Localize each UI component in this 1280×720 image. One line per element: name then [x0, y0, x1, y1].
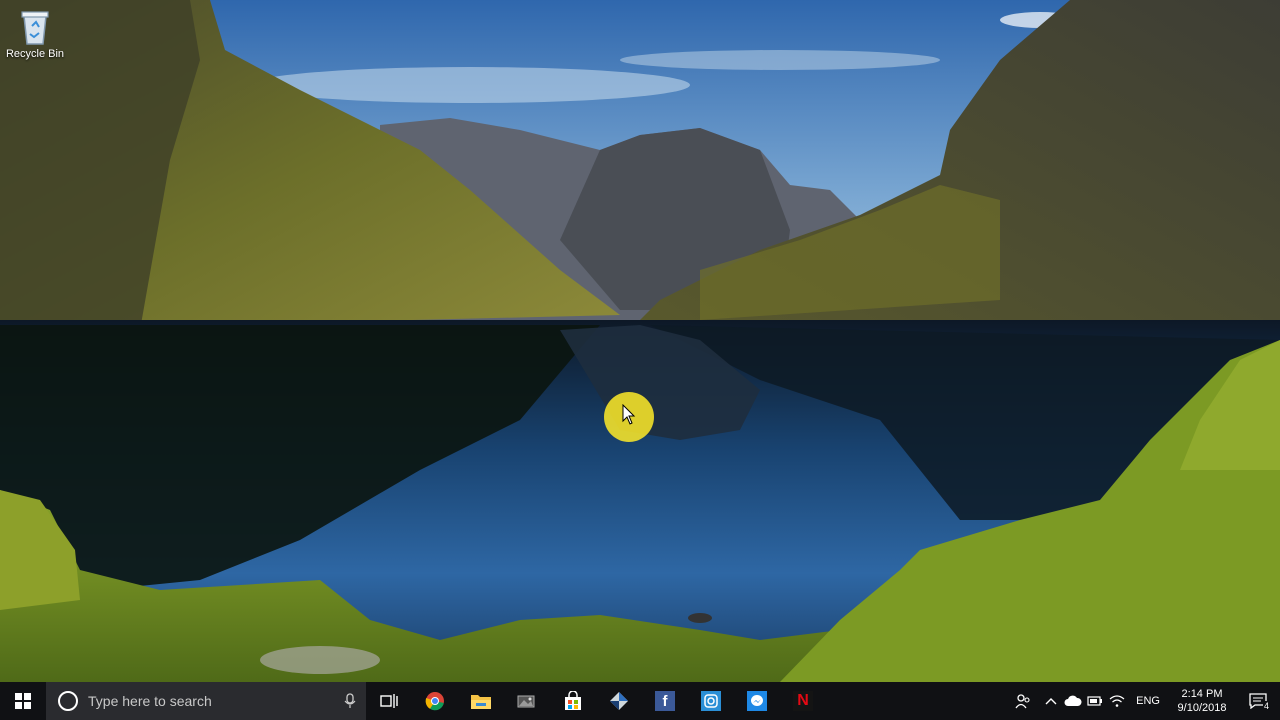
start-button[interactable]	[0, 682, 46, 720]
clock-time: 2:14 PM	[1181, 688, 1223, 700]
chevron-up-icon[interactable]	[1040, 682, 1062, 720]
taskbar-app-diamond[interactable]	[596, 682, 642, 720]
taskbar-app-file-explorer[interactable]	[458, 682, 504, 720]
instagram-icon	[701, 691, 721, 711]
taskbar-search-box[interactable]: Type here to search	[46, 682, 366, 720]
task-view-icon	[380, 694, 398, 708]
search-placeholder: Type here to search	[88, 693, 212, 709]
taskbar-app-instagram[interactable]	[688, 682, 734, 720]
taskbar: Type here to search f N ENG 2:14 PM 9/10…	[0, 682, 1280, 720]
taskbar-app-store[interactable]	[550, 682, 596, 720]
action-center-button[interactable]: 4	[1236, 682, 1280, 720]
battery-icon[interactable]	[1084, 682, 1106, 720]
folder-icon	[471, 695, 491, 709]
taskbar-app-netflix[interactable]: N	[780, 682, 826, 720]
recycle-bin-icon	[18, 6, 52, 46]
language-indicator[interactable]: ENG	[1128, 695, 1168, 707]
task-view-button[interactable]	[366, 682, 412, 720]
people-icon[interactable]	[1006, 682, 1040, 720]
onedrive-icon[interactable]	[1062, 682, 1084, 720]
desktop: Recycle Bin	[0, 0, 1280, 682]
taskbar-app-photos[interactable]	[504, 682, 550, 720]
clock-date: 9/10/2018	[1177, 702, 1227, 714]
system-tray: ENG 2:14 PM 9/10/2018 4	[1006, 682, 1280, 720]
photos-icon	[517, 695, 535, 708]
store-bag-icon	[565, 691, 581, 710]
taskbar-app-chrome[interactable]	[412, 682, 458, 720]
desktop-icon-recycle-bin[interactable]: Recycle Bin	[4, 6, 66, 60]
facebook-icon: f	[655, 691, 675, 711]
notification-count-badge: 4	[1262, 701, 1270, 711]
clock[interactable]: 2:14 PM 9/10/2018	[1168, 687, 1236, 715]
desktop-icon-label: Recycle Bin	[5, 48, 65, 60]
wifi-icon[interactable]	[1106, 682, 1128, 720]
cortana-circle-icon	[58, 691, 78, 711]
taskbar-app-messenger[interactable]	[734, 682, 780, 720]
windows-logo-icon	[15, 693, 31, 709]
diamond-icon	[610, 692, 628, 710]
mouse-cursor-icon	[622, 404, 636, 425]
taskbar-app-facebook[interactable]: f	[642, 682, 688, 720]
messenger-icon	[747, 691, 767, 711]
microphone-icon[interactable]	[344, 693, 356, 709]
chrome-icon	[425, 692, 444, 711]
wallpaper	[0, 0, 1280, 682]
netflix-icon: N	[793, 691, 813, 711]
